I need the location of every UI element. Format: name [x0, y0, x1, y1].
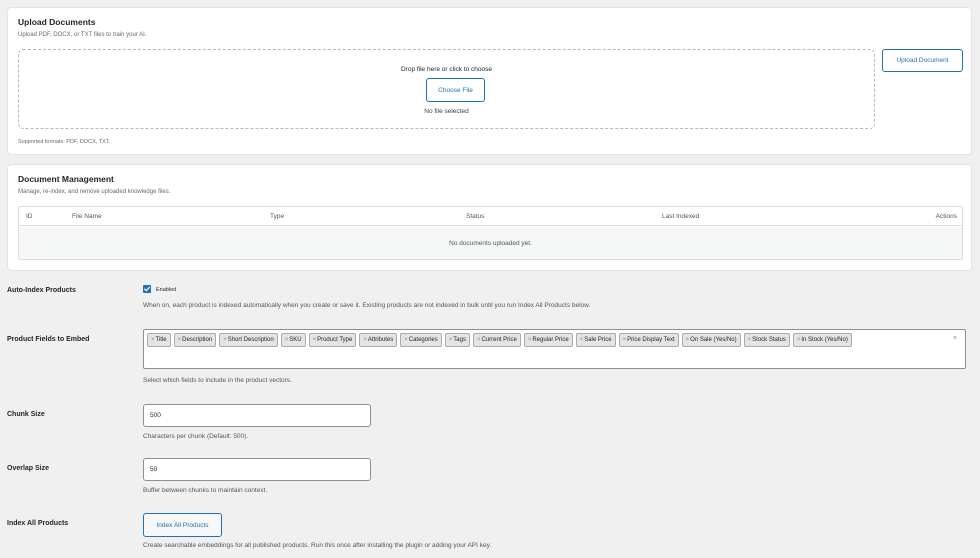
field-tag[interactable]: × Tags	[444, 333, 470, 347]
auto-index-description: When on, each product is indexed automat…	[143, 302, 591, 309]
column-header-actions: Actions	[935, 213, 957, 220]
supported-formats: Supported formats: PDF, DOCX, TXT.	[18, 139, 110, 145]
field-tag[interactable]: × Categories	[400, 333, 442, 347]
field-tag[interactable]: × Regular Price	[523, 333, 573, 347]
remove-icon[interactable]: ×	[797, 337, 801, 343]
field-tag[interactable]: × Sale Price	[575, 333, 616, 347]
docs-subtitle: Manage, re-index, and remove uploaded kn…	[18, 189, 171, 195]
column-header-type: Type	[270, 213, 285, 220]
field-tag[interactable]: × Title	[147, 333, 171, 347]
index-all-description: Create searchable embeddings for all pub…	[143, 542, 492, 549]
remove-icon[interactable]: ×	[623, 337, 627, 343]
column-header-last-indexed: Last Indexed	[662, 213, 700, 220]
field-tag[interactable]: × Product Type	[308, 333, 357, 347]
product-fields-select[interactable]: × Title × Description × Short Description ×…	[143, 329, 966, 369]
field-tag[interactable]: × Attributes	[359, 333, 398, 347]
file-status: No file selected	[424, 108, 469, 115]
index-all-label: Index All Products	[7, 520, 69, 527]
remove-icon[interactable]: ×	[404, 337, 408, 343]
field-tag[interactable]: × SKU	[280, 333, 306, 347]
chunk-size-input[interactable]	[143, 404, 371, 427]
empty-message: No documents uploaded yet.	[449, 240, 532, 247]
field-tag[interactable]: × On Sale (Yes/No)	[681, 333, 741, 347]
upload-documents-card: Upload Documents Upload PDF, DOCX, or TX…	[7, 7, 972, 155]
docs-title: Document Management	[18, 174, 114, 184]
remove-icon[interactable]: ×	[313, 337, 317, 343]
selected-tags: × Title × Description × Short Description ×…	[147, 333, 950, 347]
document-management-card: Document Management Manage, re-index, an…	[7, 164, 972, 271]
column-header-status: Status	[466, 213, 485, 220]
remove-icon[interactable]: ×	[363, 337, 367, 343]
remove-icon[interactable]: ×	[477, 337, 481, 343]
overlap-size-input[interactable]	[143, 458, 371, 481]
overlap-size-description: Buffer between chunks to maintain contex…	[143, 487, 268, 494]
remove-icon[interactable]: ×	[223, 337, 227, 343]
field-tag[interactable]: × Description	[173, 333, 217, 347]
auto-index-checkbox-label: Enabled	[156, 287, 177, 293]
upload-document-button[interactable]: Upload Document	[882, 49, 963, 72]
auto-index-checkbox[interactable]	[143, 285, 151, 293]
choose-file-button[interactable]: Choose File	[426, 78, 485, 102]
table-body: No documents uploaded yet.	[19, 227, 962, 259]
file-dropzone[interactable]: Drop file here or click to choose Choose…	[18, 49, 875, 129]
remove-icon[interactable]: ×	[528, 337, 532, 343]
remove-icon[interactable]: ×	[449, 337, 453, 343]
product-fields-description: Select which fields to include in the pr…	[143, 377, 292, 384]
field-tag[interactable]: × Stock Status	[743, 333, 790, 347]
chunk-size-description: Characters per chunk (Default: 500).	[143, 433, 249, 440]
remove-icon[interactable]: ×	[686, 337, 690, 343]
upload-subtitle: Upload PDF, DOCX, or TXT files to train …	[18, 32, 147, 38]
remove-icon[interactable]: ×	[178, 337, 182, 343]
remove-icon[interactable]: ×	[285, 337, 289, 343]
checkmark-icon	[144, 286, 150, 292]
table-header: ID File Name Type Status Last Indexed Ac…	[19, 207, 962, 226]
column-header-file-name: File Name	[72, 213, 102, 220]
remove-icon[interactable]: ×	[580, 337, 584, 343]
auto-index-label: Auto-Index Products	[7, 287, 76, 294]
product-fields-label: Product Fields to Embed	[7, 336, 90, 343]
upload-title: Upload Documents	[18, 17, 96, 27]
field-tag[interactable]: × Price Display Text	[618, 333, 679, 347]
index-all-products-button[interactable]: Index All Products	[143, 513, 222, 537]
dropzone-text: Drop file here or click to choose	[400, 66, 493, 73]
remove-icon[interactable]: ×	[151, 337, 155, 343]
remove-icon[interactable]: ×	[748, 337, 752, 343]
overlap-size-label: Overlap Size	[7, 465, 50, 472]
field-tag[interactable]: × Current Price	[472, 333, 521, 347]
column-header-id: ID	[26, 213, 33, 220]
chunk-size-label: Chunk Size	[7, 411, 45, 418]
documents-table: ID File Name Type Status Last Indexed Ac…	[18, 206, 963, 260]
field-tag[interactable]: × Short Description	[219, 333, 278, 347]
field-tag[interactable]: × In Stock (Yes/No)	[792, 333, 852, 347]
clear-all-icon[interactable]: ×	[953, 335, 957, 342]
